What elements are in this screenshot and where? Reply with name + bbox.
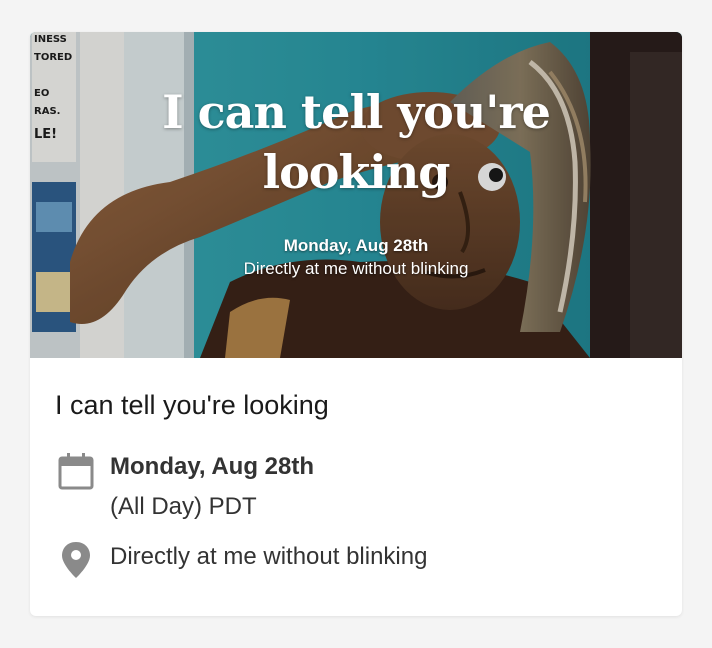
banner-title-line-2: looking (262, 145, 451, 199)
event-card[interactable]: INESS TORED EO RAS. LE! I can tell you'r… (30, 32, 682, 616)
event-time: (All Day) PDT (110, 493, 257, 520)
map-pin-icon (62, 542, 90, 578)
banner-title-line-1: I can tell you're (162, 85, 551, 139)
event-date-row: Monday, Aug 28th (All Day) PDT (58, 452, 314, 522)
banner-title: I can tell you're looking (30, 82, 682, 202)
event-banner-image: INESS TORED EO RAS. LE! I can tell you'r… (30, 32, 682, 358)
calendar-icon (58, 453, 94, 490)
event-date: Monday, Aug 28th (110, 453, 314, 480)
event-date-details: Monday, Aug 28th (All Day) PDT (110, 452, 314, 522)
banner-overlay: I can tell you're looking Monday, Aug 28… (30, 32, 682, 358)
banner-date: Monday, Aug 28th (283, 236, 429, 255)
event-location-row: Directly at me without blinking (58, 540, 427, 580)
banner-location: Directly at me without blinking (243, 259, 469, 278)
event-title[interactable]: I can tell you're looking (55, 390, 329, 421)
event-location: Directly at me without blinking (110, 543, 428, 570)
